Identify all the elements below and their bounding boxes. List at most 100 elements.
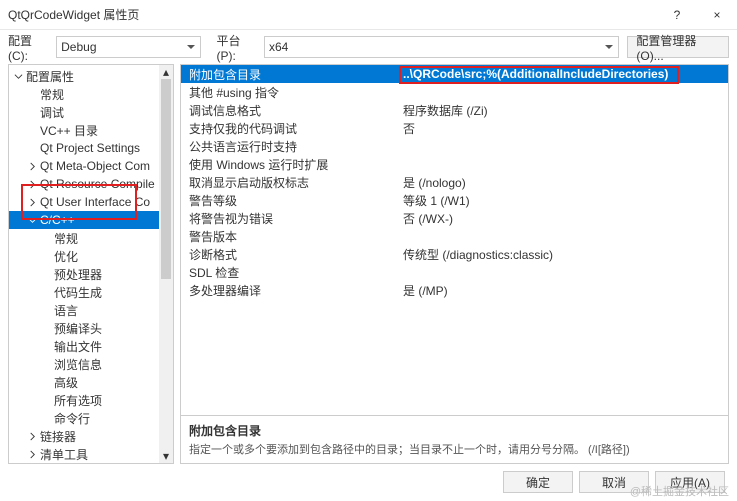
grid-row-value[interactable]: 否 (/WX-) xyxy=(399,210,728,227)
tree-spacer xyxy=(41,395,52,406)
tree-item[interactable]: 代码生成 xyxy=(9,283,173,301)
grid-row[interactable]: 支持仅我的代码调试否 xyxy=(181,119,728,137)
scroll-up-icon[interactable]: ▴ xyxy=(159,65,173,79)
tree-item[interactable]: 常规 xyxy=(9,229,173,247)
config-label: 配置(C): xyxy=(8,32,50,63)
tree-item[interactable]: 链接器 xyxy=(9,427,173,445)
grid-row-label: 诊断格式 xyxy=(181,246,399,263)
help-button[interactable]: ? xyxy=(657,0,697,30)
chevron-right-icon[interactable] xyxy=(27,179,38,190)
grid-row-label: 支持仅我的代码调试 xyxy=(181,120,399,137)
tree-item[interactable]: 配置属性 xyxy=(9,67,173,85)
config-manager-button[interactable]: 配置管理器(O)... xyxy=(627,36,729,58)
tree-item-label: Qt Meta-Object Com xyxy=(40,159,150,173)
grid-row[interactable]: 调试信息格式程序数据库 (/Zi) xyxy=(181,101,728,119)
sidebar-scrollbar[interactable]: ▴ ▾ xyxy=(159,65,173,463)
tree-item[interactable]: 输出文件 xyxy=(9,337,173,355)
tree-item[interactable]: 清单工具 xyxy=(9,445,173,463)
scroll-down-icon[interactable]: ▾ xyxy=(159,449,173,463)
grid-row-value[interactable]: 传统型 (/diagnostics:classic) xyxy=(399,246,728,263)
grid-row[interactable]: 警告等级等级 1 (/W1) xyxy=(181,191,728,209)
chevron-right-icon[interactable] xyxy=(27,197,38,208)
tree-item[interactable]: Qt Meta-Object Com xyxy=(9,157,173,175)
tree-spacer xyxy=(27,89,38,100)
tree-item-label: 清单工具 xyxy=(40,446,88,463)
chevron-right-icon[interactable] xyxy=(27,449,38,460)
platform-label: 平台(P): xyxy=(216,32,258,63)
grid-row[interactable]: 多处理器编译是 (/MP) xyxy=(181,281,728,299)
grid-row-label: 其他 #using 指令 xyxy=(181,84,399,101)
scroll-thumb[interactable] xyxy=(161,79,171,279)
grid-row-value[interactable]: 是 (/nologo) xyxy=(399,174,728,191)
grid-row[interactable]: SDL 检查 xyxy=(181,263,728,281)
tree-item[interactable]: 优化 xyxy=(9,247,173,265)
close-button[interactable]: × xyxy=(697,0,737,30)
tree-item[interactable]: 高级 xyxy=(9,373,173,391)
description-panel: 附加包含目录 指定一个或多个要添加到包含路径中的目录；当目录不止一个时，请用分号… xyxy=(180,416,729,464)
tree-item[interactable]: 浏览信息 xyxy=(9,355,173,373)
chevron-right-icon[interactable] xyxy=(27,161,38,172)
grid-row[interactable]: 使用 Windows 运行时扩展 xyxy=(181,155,728,173)
grid-row-value[interactable]: 是 (/MP) xyxy=(399,282,728,299)
tree-item-label: 语言 xyxy=(54,302,78,319)
grid-row-label: 调试信息格式 xyxy=(181,102,399,119)
chevron-down-icon[interactable] xyxy=(27,215,38,226)
chevron-down-icon[interactable] xyxy=(13,71,24,82)
tree-item[interactable]: 调试 xyxy=(9,103,173,121)
tree-item[interactable]: Qt Project Settings xyxy=(9,139,173,157)
grid-row[interactable]: 警告版本 xyxy=(181,227,728,245)
tree-item-label: 优化 xyxy=(54,248,78,265)
grid-row-value[interactable]: 否 xyxy=(399,120,728,137)
property-grid: 附加包含目录..\QRCode\src;%(AdditionalIncludeD… xyxy=(180,64,729,416)
content: 附加包含目录..\QRCode\src;%(AdditionalIncludeD… xyxy=(180,64,729,464)
grid-row-label: 公共语言运行时支持 xyxy=(181,138,399,155)
tree-item-label: 调试 xyxy=(40,104,64,121)
tree-item[interactable]: Qt User Interface Co xyxy=(9,193,173,211)
tree-item[interactable]: 语言 xyxy=(9,301,173,319)
grid-row[interactable]: 诊断格式传统型 (/diagnostics:classic) xyxy=(181,245,728,263)
ok-button[interactable]: 确定 xyxy=(503,471,573,493)
grid-row-label: 警告等级 xyxy=(181,192,399,209)
apply-button[interactable]: 应用(A) xyxy=(655,471,725,493)
cancel-button[interactable]: 取消 xyxy=(579,471,649,493)
titlebar: QtQrCodeWidget 属性页 ? × xyxy=(0,0,737,30)
tree-item-label: VC++ 目录 xyxy=(40,122,98,139)
grid-row[interactable]: 将警告视为错误否 (/WX-) xyxy=(181,209,728,227)
tree-item-label: Qt User Interface Co xyxy=(40,195,150,209)
grid-row-value[interactable]: 等级 1 (/W1) xyxy=(399,192,728,209)
grid-row-label: 将警告视为错误 xyxy=(181,210,399,227)
grid-row-label: SDL 检查 xyxy=(181,264,399,281)
tree-item-label: 代码生成 xyxy=(54,284,102,301)
sidebar: 配置属性常规调试VC++ 目录Qt Project SettingsQt Met… xyxy=(8,64,174,464)
tree-item-label: 高级 xyxy=(54,374,78,391)
tree-spacer xyxy=(41,323,52,334)
tree-item-label: C/C++ xyxy=(40,213,75,227)
tree-item-label: 命令行 xyxy=(54,410,90,427)
tree-item[interactable]: Qt Resource Compile xyxy=(9,175,173,193)
tree-spacer xyxy=(41,287,52,298)
tree-item[interactable]: 命令行 xyxy=(9,409,173,427)
chevron-right-icon[interactable] xyxy=(27,431,38,442)
tree-spacer xyxy=(41,359,52,370)
tree-item[interactable]: 所有选项 xyxy=(9,391,173,409)
main: 配置属性常规调试VC++ 目录Qt Project SettingsQt Met… xyxy=(0,64,737,464)
tree-spacer xyxy=(41,413,52,424)
grid-row-value[interactable]: ..\QRCode\src;%(AdditionalIncludeDirecto… xyxy=(399,67,728,81)
description-title: 附加包含目录 xyxy=(189,422,720,439)
tree-item[interactable]: C/C++ xyxy=(9,211,173,229)
grid-row[interactable]: 附加包含目录..\QRCode\src;%(AdditionalIncludeD… xyxy=(181,65,728,83)
platform-combo[interactable]: x64 xyxy=(264,36,619,58)
tree-item[interactable]: 常规 xyxy=(9,85,173,103)
grid-row-value[interactable]: 程序数据库 (/Zi) xyxy=(399,102,728,119)
tree-item[interactable]: 预处理器 xyxy=(9,265,173,283)
grid-row-label: 附加包含目录 xyxy=(181,66,399,83)
config-combo[interactable]: Debug xyxy=(56,36,201,58)
tree-item[interactable]: 预编译头 xyxy=(9,319,173,337)
tree-item-label: 预处理器 xyxy=(54,266,102,283)
grid-row[interactable]: 取消显示启动版权标志是 (/nologo) xyxy=(181,173,728,191)
grid-row[interactable]: 公共语言运行时支持 xyxy=(181,137,728,155)
grid-row[interactable]: 其他 #using 指令 xyxy=(181,83,728,101)
grid-row-label: 取消显示启动版权标志 xyxy=(181,174,399,191)
tree-item[interactable]: VC++ 目录 xyxy=(9,121,173,139)
tree-item-label: 链接器 xyxy=(40,428,76,445)
